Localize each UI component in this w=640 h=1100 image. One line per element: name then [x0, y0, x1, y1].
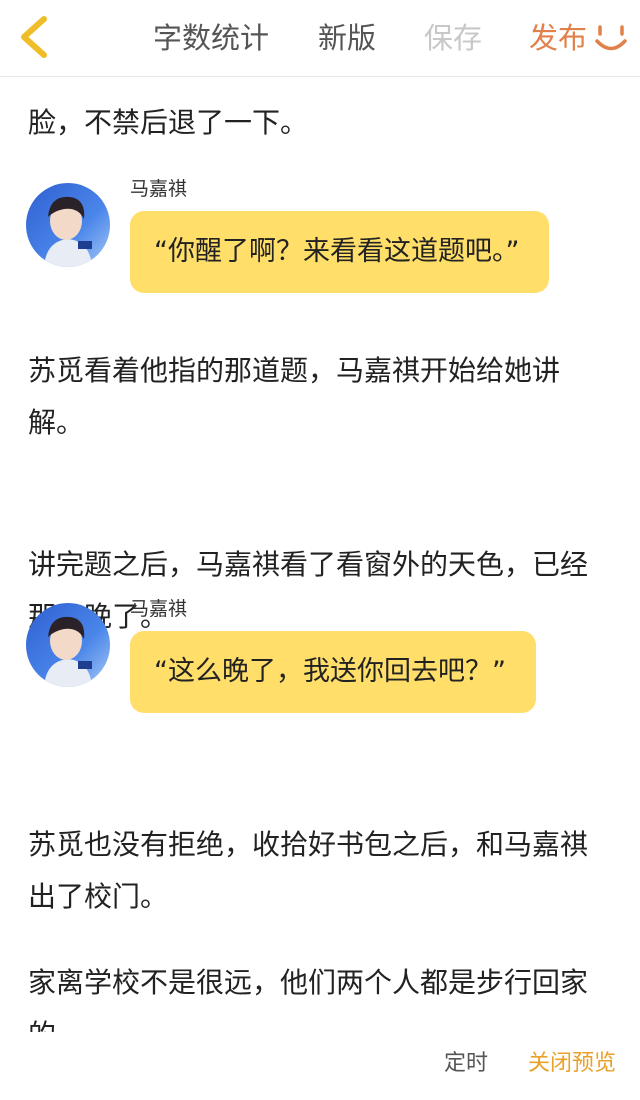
smile-icon	[595, 25, 627, 51]
speaker-name: 马嘉祺	[130, 598, 188, 620]
emoji-button[interactable]	[594, 24, 628, 54]
close-preview-button[interactable]: 关闭预览	[528, 1048, 616, 1080]
schedule-button[interactable]: 定时	[444, 1048, 488, 1080]
avatar-image	[26, 603, 110, 687]
avatar[interactable]	[26, 183, 110, 267]
new-version-button[interactable]: 新版	[318, 18, 376, 58]
avatar[interactable]	[26, 603, 110, 687]
paragraph-cut: 一 脸，不禁后退了一下。	[28, 77, 608, 149]
story-preview: 一 脸，不禁后退了一下。 马嘉祺 “你醒了啊？来看看这道题吧。”	[0, 77, 640, 1032]
chat-bubble: “你醒了啊？来看看这道题吧。”	[130, 211, 550, 293]
word-count-button[interactable]: 字数统计	[153, 18, 269, 58]
paragraph-cut-text: 脸，不禁后退了一下。	[28, 106, 309, 139]
chevron-left-icon	[21, 16, 47, 58]
save-button[interactable]: 保存	[424, 18, 482, 58]
paragraph: 家离学校不是很远，他们两个人都是步行回家的。	[28, 966, 589, 1032]
back-button[interactable]	[14, 14, 54, 60]
paragraph: 讲完题之后，马嘉祺看了看窗外的天色，已经那么晚了。	[28, 548, 589, 633]
speaker-name: 马嘉祺	[130, 178, 188, 200]
bottom-bar: 定时 关闭预览	[0, 1032, 640, 1100]
paragraph: 苏觅也没有拒绝，收拾好书包之后，和马嘉祺出了校门。	[28, 828, 589, 913]
avatar-image	[26, 183, 110, 267]
chat-bubble: “这么晚了，我送你回去吧？”	[130, 631, 536, 713]
top-toolbar: 字数统计 新版 保存 发布	[0, 0, 640, 77]
paragraph: 苏觅看着他指的那道题，马嘉祺开始给她讲解。	[28, 354, 561, 439]
publish-button[interactable]: 发布	[529, 18, 587, 58]
